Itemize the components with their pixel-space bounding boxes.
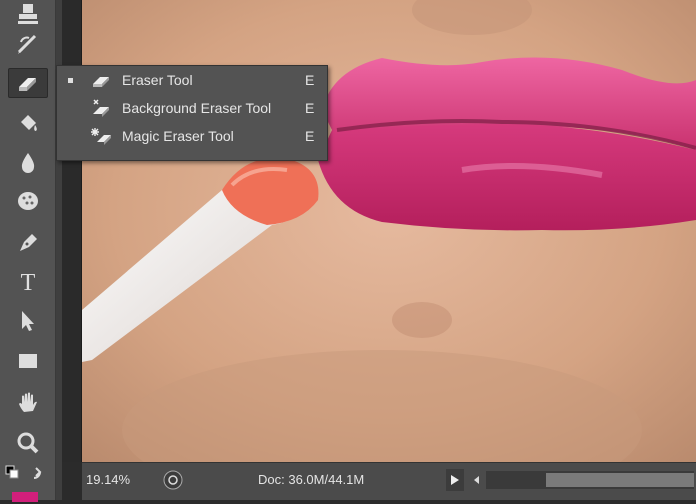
tool-hand[interactable] [8,388,48,418]
flyout-item-background-eraser-tool[interactable]: Background Eraser Tool E [57,94,327,122]
scroll-left-button[interactable] [470,469,484,491]
magic-eraser-icon [91,128,111,145]
flyout-shortcut: E [305,100,315,116]
status-menu-button[interactable] [446,469,464,491]
type-icon: T [20,269,36,296]
flyout-shortcut: E [305,72,315,88]
tool-paint-bucket[interactable] [8,108,48,138]
tool-type[interactable]: T [8,268,48,298]
tool-sponge[interactable] [8,186,48,216]
tools-panel: T [0,0,56,500]
eraser-icon [19,78,36,91]
flyout-label: Eraser Tool [122,72,193,88]
background-eraser-icon [93,99,109,117]
tool-path-selection[interactable] [8,306,48,336]
tool-pen[interactable] [8,228,48,258]
flyout-item-eraser-tool[interactable]: Eraser Tool E [57,66,327,94]
document-size-info: Doc: 36.0M/44.1M [258,472,365,487]
rectangle-icon [19,354,37,368]
paint-bucket-icon [21,115,37,131]
status-info-icon[interactable] [162,469,184,491]
color-swatches[interactable] [4,462,54,502]
sponge-icon [18,192,38,210]
tool-clone-stamp[interactable] [8,0,48,30]
flyout-label: Magic Eraser Tool [122,128,234,144]
history-brush-icon [17,34,37,54]
tool-zoom[interactable] [8,428,48,458]
foreground-color-swatch[interactable] [12,492,38,502]
play-arrow-icon [451,475,459,485]
zoom-icon [17,432,39,454]
eraser-tool-flyout: Eraser Tool E Background Eraser Tool E M… [56,65,328,161]
horizontal-scrollbar[interactable] [486,471,694,489]
hand-icon [19,392,37,412]
clone-stamp-icon [18,4,38,24]
arrow-left-icon [474,476,479,484]
flyout-shortcut: E [305,128,315,144]
status-bar: 19.14% Doc: 36.0M/44.1M [82,462,696,500]
zoom-level-field[interactable]: 19.14% [86,469,146,491]
tool-blur[interactable] [8,148,48,178]
pen-icon [20,234,37,251]
path-selection-icon [22,311,34,331]
selected-bullet-icon [68,78,73,83]
flyout-label: Background Eraser Tool [122,100,272,116]
blur-icon [21,153,35,173]
scrollbar-thumb[interactable] [546,473,694,487]
tool-eraser[interactable] [8,68,48,98]
flyout-item-magic-eraser-tool[interactable]: Magic Eraser Tool E [57,122,327,150]
eraser-icon [93,77,109,87]
tool-history-brush[interactable] [8,30,48,60]
tool-rectangle[interactable] [8,346,48,376]
